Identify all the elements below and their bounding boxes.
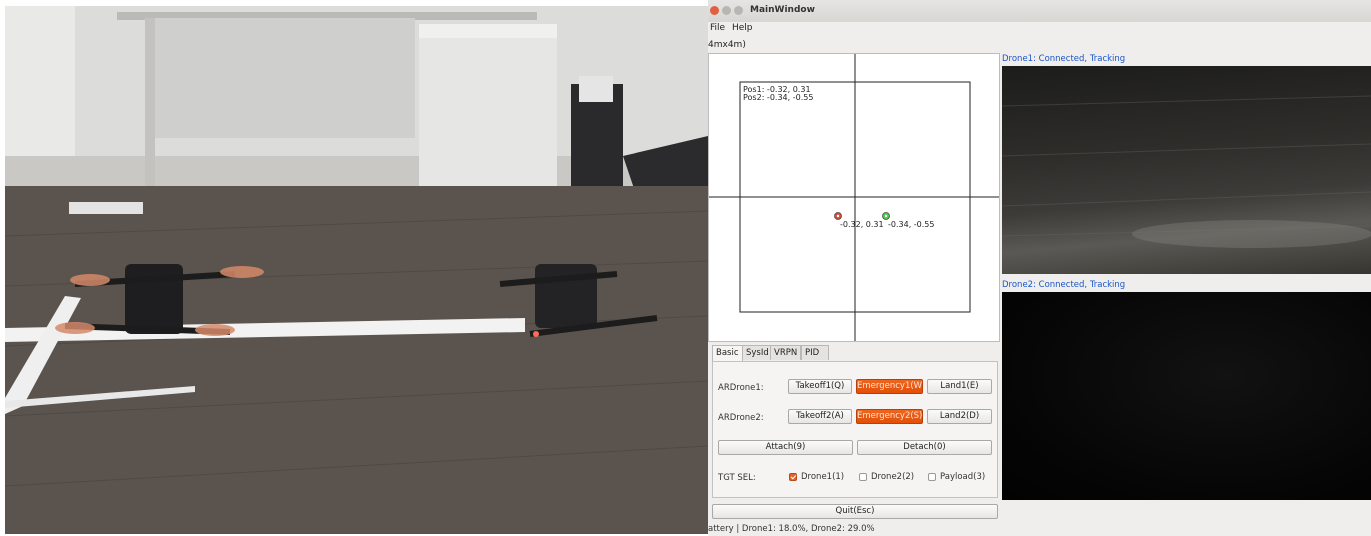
photo-scene <box>5 6 708 534</box>
tab-basic[interactable]: Basic <box>712 345 743 362</box>
position-plot: Pos1: -0.32, 0.31 Pos2: -0.34, -0.55 -0.… <box>708 53 1000 342</box>
plot-canvas: Pos1: -0.32, 0.31 Pos2: -0.34, -0.55 -0.… <box>709 54 999 341</box>
drone2-target-label[interactable]: Drone2(2) <box>871 472 914 482</box>
drone-photo <box>5 6 708 534</box>
attach-button[interactable]: Attach(9) <box>718 440 853 455</box>
drone2-marker-core <box>884 214 888 218</box>
ardrone2-label: ARDrone2: <box>718 413 764 423</box>
drone1-coord-label: -0.32, 0.31 <box>840 220 884 229</box>
drone1-camera-feed <box>1002 66 1371 274</box>
tab-pid-tune[interactable]: PID Tune <box>801 345 829 373</box>
drone1-feed-label: Drone1: Connected, Tracking <box>1002 54 1126 64</box>
payload-target-checkbox[interactable] <box>928 473 936 481</box>
minimize-icon[interactable] <box>722 6 731 15</box>
land1-button[interactable]: Land1(E) <box>927 379 992 394</box>
menu-help[interactable]: Help <box>732 23 753 33</box>
detach-button[interactable]: Detach(0) <box>857 440 992 455</box>
quit-button[interactable]: Quit(Esc) <box>712 504 998 519</box>
drone1-feed-texture <box>1002 95 1371 248</box>
basic-control-panel: ARDrone1: Takeoff1(Q) Emergency1(W) Land… <box>712 361 998 498</box>
drone2-target-checkbox[interactable] <box>859 473 867 481</box>
drone1-marker-core <box>836 214 840 218</box>
tab-sysid[interactable]: SysId <box>742 345 773 360</box>
emergency1-button[interactable]: Emergency1(W) <box>856 379 925 394</box>
drone1-target-label[interactable]: Drone1(1) <box>801 472 844 482</box>
payload-target-label[interactable]: Payload(3) <box>940 472 985 482</box>
main-window: MainWindow File Help 4mx4m) Pos1: -0.32,… <box>708 0 1371 536</box>
drone2-coord-label: -0.34, -0.55 <box>888 220 934 229</box>
status-bar: attery | Drone1: 18.0%, Drone2: 29.0% <box>708 524 875 534</box>
land2-button[interactable]: Land2(D) <box>927 409 992 424</box>
maximize-icon[interactable] <box>734 6 743 15</box>
tab-vrpn[interactable]: VRPN <box>770 345 802 360</box>
drone1-target-checkbox[interactable] <box>789 473 797 481</box>
arena-size-label: 4mx4m) <box>708 40 746 50</box>
takeoff2-button[interactable]: Takeoff2(A) <box>788 409 852 424</box>
menu-file[interactable]: File <box>710 23 725 33</box>
menu-bar: File Help <box>708 22 1371 36</box>
takeoff1-button[interactable]: Takeoff1(Q) <box>788 379 852 394</box>
tgt-sel-label: TGT SEL: <box>718 473 756 483</box>
close-icon[interactable] <box>710 6 719 15</box>
drone2-camera-feed <box>1002 292 1371 500</box>
drone2-feed-label: Drone2: Connected, Tracking <box>1002 280 1126 290</box>
window-title: MainWindow <box>750 5 815 15</box>
emergency2-button[interactable]: Emergency2(S) <box>856 409 923 424</box>
ardrone1-label: ARDrone1: <box>718 383 764 393</box>
title-bar: MainWindow <box>708 0 1371 22</box>
pos2-readout: Pos2: -0.34, -0.55 <box>743 93 813 102</box>
